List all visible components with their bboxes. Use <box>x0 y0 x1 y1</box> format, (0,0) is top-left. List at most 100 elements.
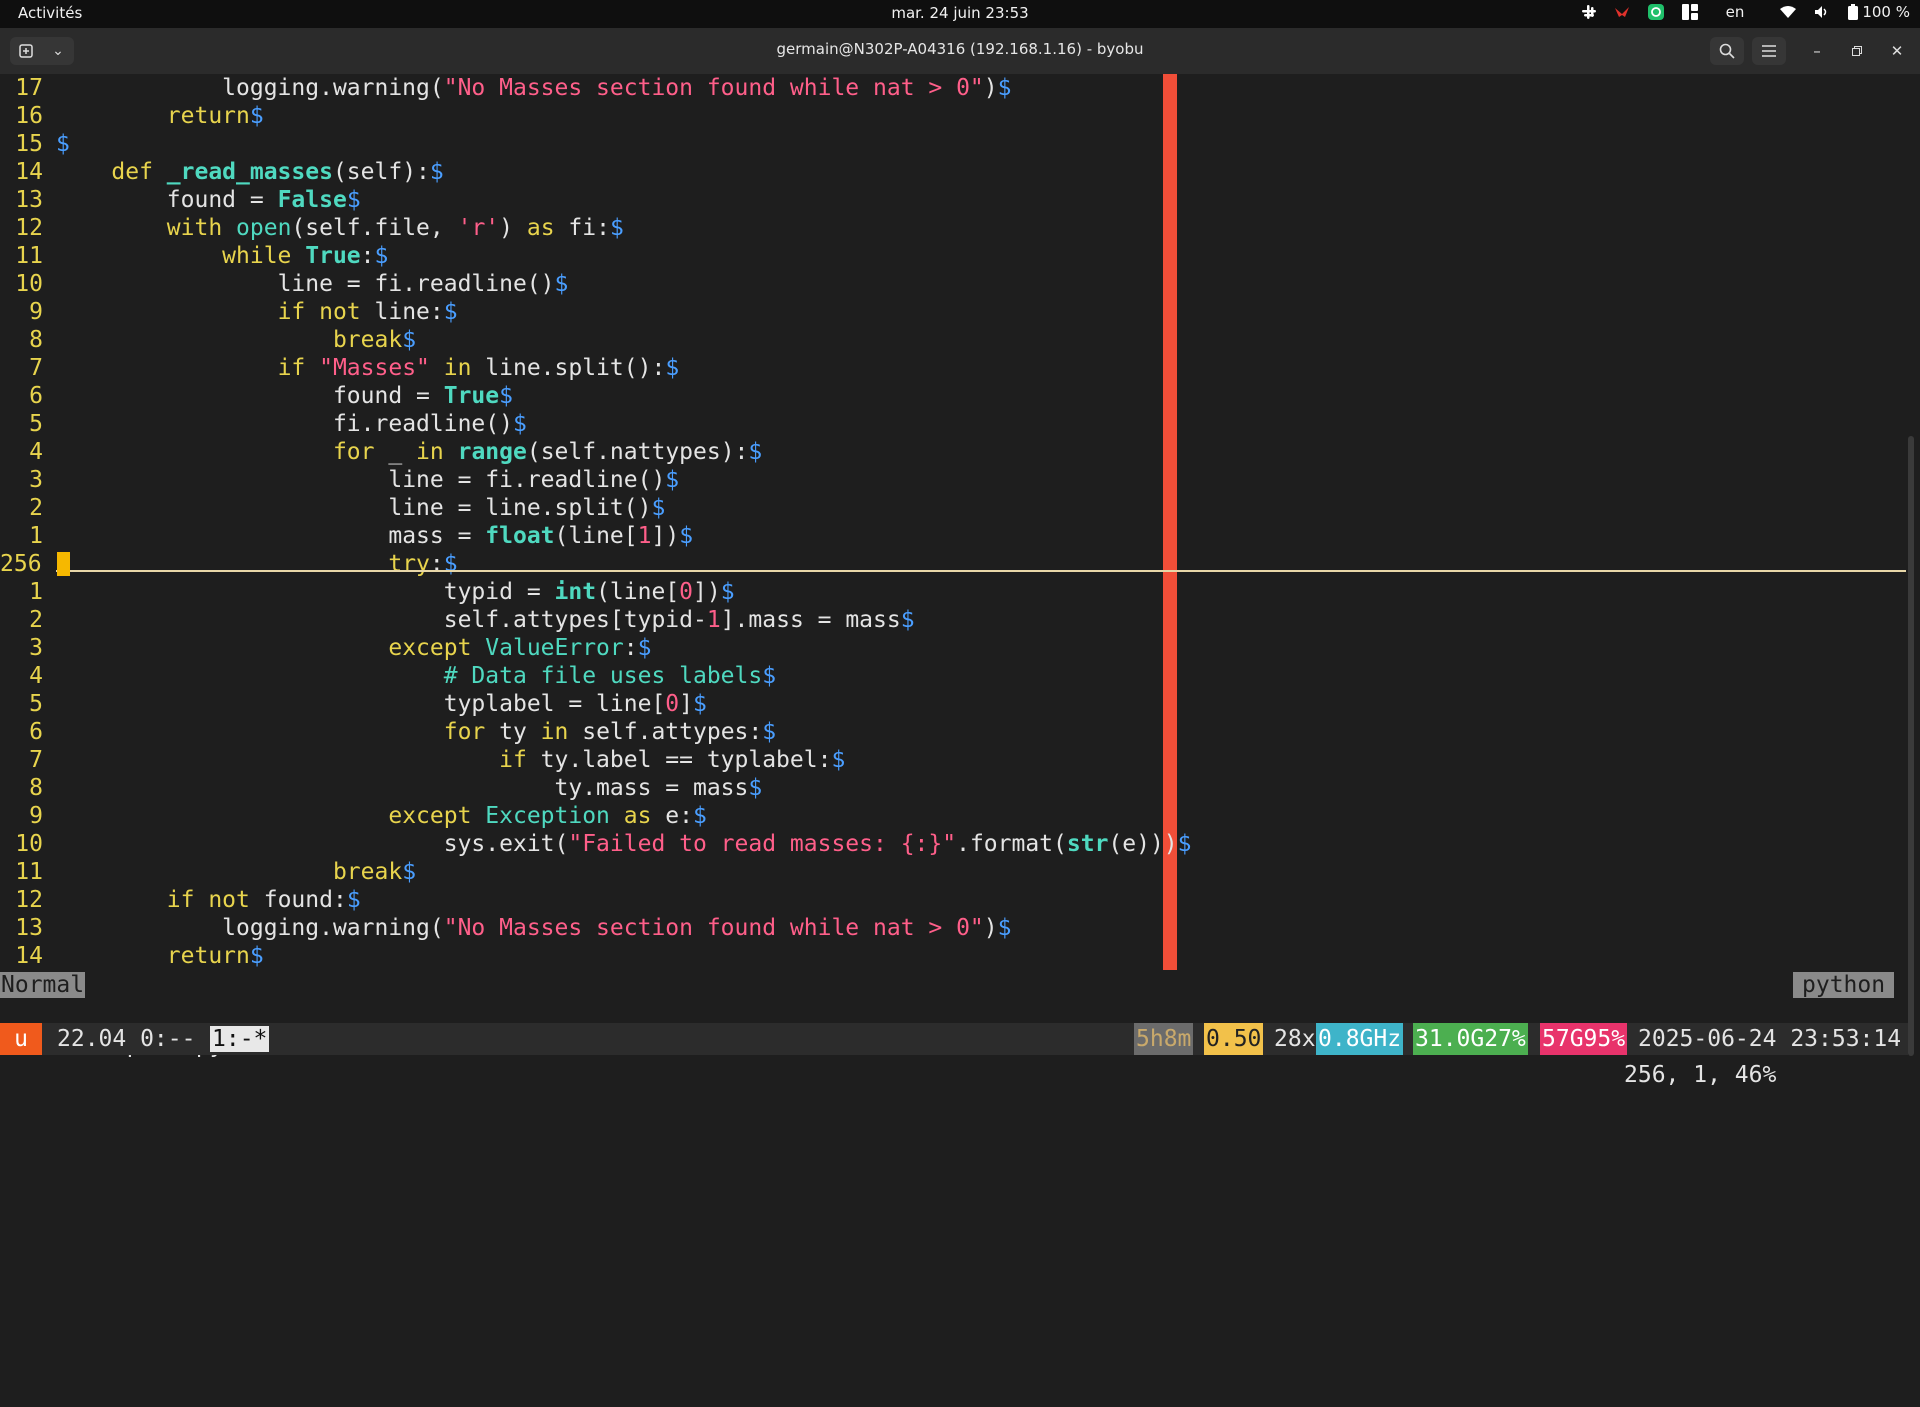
battery-status[interactable]: 100 % <box>1848 3 1910 21</box>
relative-line-number: 8 <box>29 775 43 801</box>
code-token: : <box>623 635 638 661</box>
search-icon <box>1719 43 1735 59</box>
code-line: 256 try:$ <box>0 550 1910 578</box>
slack-icon[interactable] <box>1581 5 1596 19</box>
eol-marker: $ <box>720 579 735 605</box>
code-text: try:$ <box>56 550 457 578</box>
sync-icon[interactable] <box>1647 4 1664 20</box>
text-cursor <box>57 552 70 576</box>
code-line: 1 mass = float(line[1])$ <box>0 522 1910 550</box>
code-text: ty.mass = mass$ <box>56 774 763 802</box>
cpu-frequency: 0.8GHz <box>1316 1023 1404 1055</box>
restore-icon <box>1852 46 1862 56</box>
os-version-session: 22.04 0:-- <box>57 1026 196 1052</box>
code-text: found = True$ <box>56 382 513 410</box>
code-token: ty.label == typlabel: <box>526 747 832 773</box>
code-token: except <box>388 635 486 661</box>
code-text: found = False$ <box>56 186 361 214</box>
maximize-button[interactable] <box>1846 40 1868 62</box>
code-line: 11 while True:$ <box>0 242 1910 270</box>
code-token: mass = <box>388 523 486 549</box>
eol-marker: $ <box>429 159 444 185</box>
code-token: in <box>416 439 458 465</box>
code-token: ValueError <box>485 635 624 661</box>
code-text: typid = int(line[0])$ <box>56 578 735 606</box>
code-token: if not <box>166 887 250 913</box>
cursor-position: 256, 1, 46% <box>1624 1062 1777 1088</box>
code-token: typlabel = line[ <box>443 691 666 717</box>
bird-app-icon[interactable] <box>1614 5 1630 19</box>
eol-marker: $ <box>554 271 569 297</box>
code-text: except ValueError:$ <box>56 634 651 662</box>
code-line: 10 sys.exit("Failed to read masses: {:}"… <box>0 830 1910 858</box>
relative-line-number: 9 <box>29 299 43 325</box>
byobu-window-tab[interactable]: 1:-* <box>210 1026 270 1052</box>
eol-marker: $ <box>762 719 777 745</box>
code-text: logging.warning("No Masses section found… <box>56 914 1011 942</box>
code-text: while True:$ <box>56 242 388 270</box>
code-line: 14 return$ <box>0 942 1910 970</box>
volume-icon[interactable] <box>1814 5 1830 19</box>
relative-line-number: 10 <box>15 271 43 297</box>
relative-line-number: 6 <box>29 719 43 745</box>
minimize-button[interactable]: – <box>1806 40 1828 62</box>
relative-line-number: 17 <box>15 75 43 101</box>
code-text: line = fi.readline()$ <box>56 466 679 494</box>
code-token: 0 <box>679 579 694 605</box>
relative-line-number: 13 <box>15 915 43 941</box>
code-token: 1 <box>706 607 721 633</box>
memory-usage: 31.0G27% <box>1413 1023 1528 1055</box>
code-token: as <box>609 803 652 829</box>
byobu-logo: u <box>0 1023 42 1055</box>
code-token: 0 <box>665 691 680 717</box>
code-text: line = line.split()$ <box>56 494 665 522</box>
code-token: ) <box>983 75 998 101</box>
relative-line-number: 8 <box>29 327 43 353</box>
code-token: while <box>222 243 306 269</box>
wifi-icon[interactable] <box>1780 5 1797 19</box>
code-token: (e))) <box>1108 831 1178 857</box>
eol-marker: $ <box>402 327 417 353</box>
terminal-area[interactable]: 17 logging.warning("No Masses section fo… <box>0 74 1920 1088</box>
code-token: True <box>443 383 500 409</box>
relative-line-number: 1 <box>29 523 43 549</box>
code-line: 4 # Data file uses labels$ <box>0 662 1910 690</box>
search-button[interactable] <box>1710 37 1744 65</box>
code-text: sys.exit("Failed to read masses: {:}".fo… <box>56 830 1192 858</box>
code-line: 10 line = fi.readline()$ <box>0 270 1910 298</box>
relative-line-number: 9 <box>29 803 43 829</box>
close-button[interactable]: ✕ <box>1886 40 1908 62</box>
code-text: mass = float(line[1])$ <box>56 522 693 550</box>
code-token: ty.mass = mass <box>554 775 749 801</box>
code-token: (line[ <box>554 523 638 549</box>
code-token: "No Masses section found while nat > 0" <box>443 915 984 941</box>
code-token: try <box>388 551 430 577</box>
code-token: except <box>388 803 486 829</box>
code-token: for <box>332 439 375 465</box>
relative-line-number: 4 <box>29 439 43 465</box>
code-token: self.attypes[typid- <box>443 607 707 633</box>
relative-line-number: 7 <box>29 747 43 773</box>
code-line: 8 break$ <box>0 326 1910 354</box>
keyboard-language[interactable]: en <box>1726 3 1745 21</box>
relative-line-number: 14 <box>15 943 43 969</box>
eol-marker: $ <box>997 75 1012 101</box>
code-line: 2 self.attypes[typid-1].mass = mass$ <box>0 606 1910 634</box>
scrollbar[interactable] <box>1908 436 1914 1056</box>
layout-icon[interactable] <box>1681 4 1698 20</box>
vim-status-line: Normal lmpdat.py 256, 1, 46% python <box>0 970 1910 1088</box>
code-line: 16 return$ <box>0 102 1910 130</box>
code-text: self.attypes[typid-1].mass = mass$ <box>56 606 915 634</box>
code-text: for ty in self.attypes:$ <box>56 718 776 746</box>
close-icon: ✕ <box>1890 42 1904 60</box>
code-text: logging.warning("No Masses section found… <box>56 74 1012 102</box>
code-line: 13 logging.warning("No Masses section fo… <box>0 914 1910 942</box>
code-token: found: <box>249 887 347 913</box>
code-token: sys.exit( <box>443 831 569 857</box>
relative-line-number: 15 <box>15 131 43 157</box>
code-line: 6 found = True$ <box>0 382 1910 410</box>
code-token: (self.file, <box>291 215 458 241</box>
menu-button[interactable] <box>1752 37 1786 65</box>
relative-line-number: 5 <box>29 411 43 437</box>
system-tray: en 100 % <box>1581 3 1910 21</box>
